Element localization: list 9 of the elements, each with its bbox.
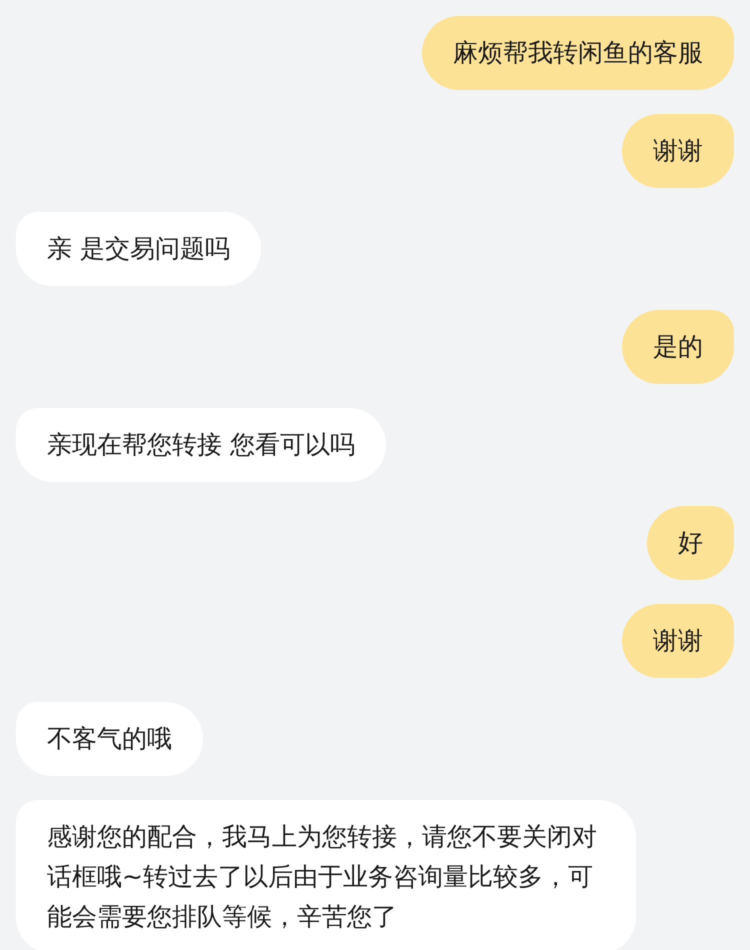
message-bubble: 谢谢 <box>622 604 734 678</box>
message-bubble: 是的 <box>622 310 734 384</box>
message-bubble: 谢谢 <box>622 114 734 188</box>
message-bubble: 亲 是交易问题吗 <box>16 212 261 286</box>
message-bubble: 好 <box>647 506 734 580</box>
message-bubble: 麻烦帮我转闲鱼的客服 <box>422 16 734 90</box>
message-bubble: 感谢您的配合，我马上为您转接，请您不要关闭对话框哦~转过去了以后由于业务咨询量比较多，可能会需要您排队等候，辛苦您了 <box>16 800 636 950</box>
message-bubble: 不客气的哦 <box>16 702 203 776</box>
message-bubble: 亲现在帮您转接 您看可以吗 <box>16 408 386 482</box>
